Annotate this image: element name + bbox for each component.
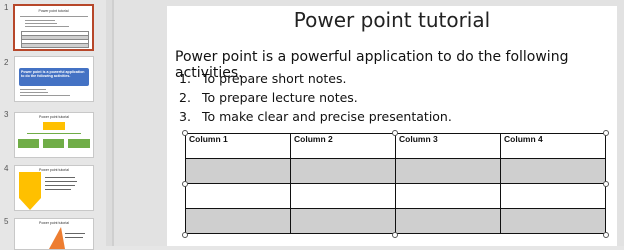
thumb-text-line [65, 237, 83, 239]
slide-table[interactable]: Column 1 Column 2 Column 3 Column 4 [185, 133, 606, 234]
resize-handle[interactable] [182, 130, 188, 136]
resize-handle[interactable] [603, 232, 609, 238]
slide-title[interactable]: Power point tutorial [167, 8, 617, 32]
table-header-cell[interactable]: Column 4 [500, 133, 606, 159]
thumb-title: Power point tutorial [38, 9, 69, 13]
slide-number: 3 [4, 110, 9, 119]
thumb-title: Power point tutorial [39, 221, 69, 225]
table-cell[interactable] [185, 158, 291, 184]
thumb-text-line [20, 89, 46, 91]
slide-thumbnail-4[interactable]: Power point tutorial [14, 165, 94, 211]
slide-number: 1 [4, 3, 9, 12]
table-cell[interactable] [290, 208, 396, 234]
table-cell[interactable] [500, 183, 606, 209]
slide-number: 2 [4, 58, 9, 67]
table-cell[interactable] [395, 183, 501, 209]
thumb-text-line [20, 92, 48, 94]
thumb-chevron-shape [19, 172, 41, 210]
slide-number: 5 [4, 217, 9, 226]
table-cell[interactable] [395, 158, 501, 184]
thumb-box [43, 139, 64, 148]
thumb-title: Power point is a powerful application to… [21, 70, 85, 79]
table-cell[interactable] [395, 208, 501, 234]
thumb-shape [43, 122, 65, 130]
thumb-title: Power point tutorial [39, 115, 69, 119]
slide-thumbnail-3[interactable]: Power point tutorial [14, 112, 94, 158]
thumb-text-line [20, 16, 88, 18]
list-item: 1. To prepare short notes. [179, 71, 347, 86]
thumb-text-line [45, 181, 77, 183]
slide-thumbnail-2[interactable]: Power point is a powerful application to… [14, 56, 94, 102]
table-cell[interactable] [185, 183, 291, 209]
slide-number: 4 [4, 164, 9, 173]
resize-handle[interactable] [182, 232, 188, 238]
table-cell[interactable] [185, 208, 291, 234]
resize-handle[interactable] [392, 130, 398, 136]
slide-thumbnail-5[interactable]: Power point tutorial [14, 218, 94, 250]
resize-handle[interactable] [392, 232, 398, 238]
thumb-text-line [45, 189, 71, 191]
slide-thumbnail-1[interactable]: Power point tutorial [13, 4, 94, 51]
slide-canvas[interactable]: Power point tutorial Power point is a po… [167, 6, 617, 246]
thumb-text-line [25, 23, 57, 25]
thumb-connector [27, 133, 81, 134]
thumb-title-box: Power point is a powerful application to… [19, 68, 89, 86]
thumb-text-line [45, 185, 75, 187]
thumb-text-line [45, 177, 75, 179]
thumb-text-line [25, 26, 69, 28]
list-item: 2. To prepare lecture notes. [179, 90, 358, 105]
resize-handle[interactable] [603, 130, 609, 136]
table-row [185, 158, 606, 184]
table-cell[interactable] [500, 158, 606, 184]
table-cell[interactable] [500, 208, 606, 234]
thumb-text-line [20, 95, 70, 97]
table-cell[interactable] [290, 158, 396, 184]
table-header-cell[interactable]: Column 3 [395, 133, 501, 159]
resize-handle[interactable] [182, 181, 188, 187]
thumb-box [18, 139, 39, 148]
thumb-text-line [25, 20, 55, 22]
thumb-table [21, 31, 89, 48]
table-header-row: Column 1 Column 2 Column 3 Column 4 [185, 133, 606, 159]
table-header-cell[interactable]: Column 2 [290, 133, 396, 159]
table-row [185, 183, 606, 209]
table-header-cell[interactable]: Column 1 [185, 133, 291, 159]
thumb-text-line [65, 233, 85, 235]
thumb-box [68, 139, 90, 148]
list-item: 3. To make clear and precise presentation… [179, 109, 452, 124]
table-row [185, 208, 606, 234]
resize-handle[interactable] [603, 181, 609, 187]
numbered-list[interactable]: 1. To prepare short notes. 2. To prepare l… [179, 69, 452, 126]
table-cell[interactable] [290, 183, 396, 209]
slide-thumbnail-pane[interactable]: 1 Power point tutorial 2 Power point is … [0, 0, 106, 250]
